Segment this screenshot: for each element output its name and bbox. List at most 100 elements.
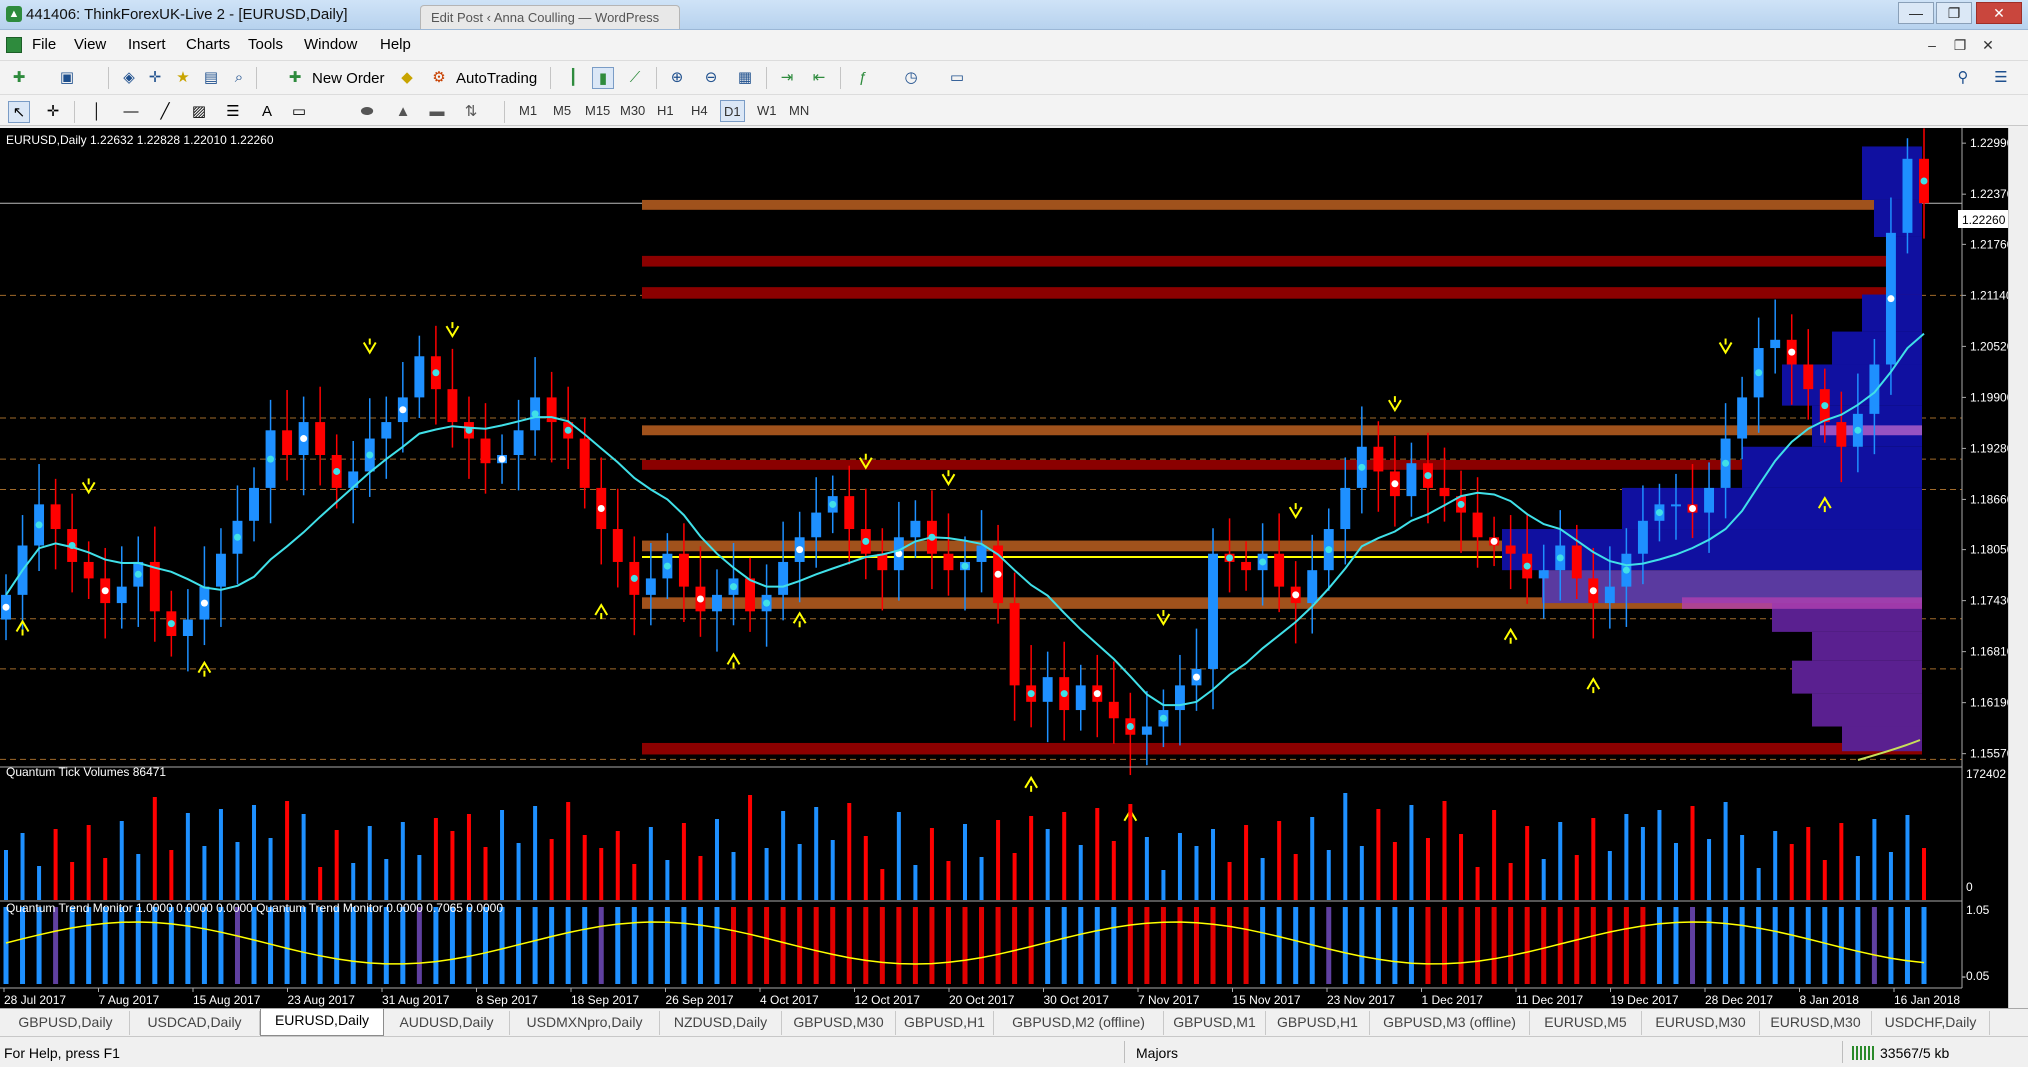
close-button[interactable]: ✕: [1976, 2, 2022, 24]
profiles-icon[interactable]: ▣: [56, 67, 78, 89]
chart-tab[interactable]: GBPUSD,M3 (offline): [1370, 1011, 1530, 1035]
chart-tab[interactable]: USDCHF,Daily: [1872, 1011, 1990, 1035]
timeframe-m1[interactable]: M1: [516, 100, 540, 122]
toolbar-separator: [840, 67, 841, 89]
chart-tab[interactable]: AUDUSD,Daily: [384, 1011, 510, 1035]
trend-bar: [1458, 907, 1464, 984]
trend-bar: [681, 907, 687, 984]
terminal-icon[interactable]: ▤: [200, 67, 222, 89]
autoscroll-icon[interactable]: ⇥: [776, 67, 798, 89]
menu-window[interactable]: Window: [304, 36, 357, 53]
price-tick-label: 1.15570: [1970, 747, 2008, 761]
chart-tab[interactable]: GBPUSD,H1: [1266, 1011, 1370, 1035]
trend-bar: [1756, 907, 1762, 984]
zoom-out-icon[interactable]: ⊖: [700, 67, 722, 89]
horizontal-line-icon[interactable]: —: [120, 101, 142, 123]
candle-dot: [167, 620, 175, 628]
status-profile[interactable]: Majors: [1136, 1045, 1178, 1061]
chart-tab[interactable]: EURUSD,M30: [1642, 1011, 1760, 1035]
candle-dot: [961, 562, 969, 570]
maximize-button[interactable]: ❐: [1936, 2, 1972, 24]
mdi-restore-icon[interactable]: ❐: [1950, 36, 1970, 54]
volume-bar: [1012, 853, 1017, 900]
data-window-icon[interactable]: ✛: [144, 67, 166, 89]
autotrading-button[interactable]: AutoTrading: [456, 70, 537, 87]
triangle-icon[interactable]: ▲: [392, 101, 414, 123]
market-watch-icon[interactable]: ◈: [118, 67, 140, 89]
menu-help[interactable]: Help: [380, 36, 411, 53]
menu-file[interactable]: File: [32, 36, 56, 53]
volume-bar: [1326, 850, 1331, 900]
chart-tab[interactable]: GBPUSD,H1: [896, 1011, 994, 1035]
search-icon[interactable]: ⚲: [1952, 67, 1974, 89]
channel-icon[interactable]: ▨: [188, 101, 210, 123]
candle-body: [1604, 586, 1615, 604]
trend-bar: [532, 907, 538, 984]
rectangle-icon[interactable]: ▬: [426, 101, 448, 123]
volume-bar: [632, 864, 637, 900]
minimize-button[interactable]: —: [1898, 2, 1934, 24]
timeframe-h4[interactable]: H4: [688, 100, 711, 122]
fibonacci-icon[interactable]: ☰: [222, 101, 244, 123]
timeframe-m30[interactable]: M30: [617, 100, 648, 122]
candle-body: [1241, 561, 1252, 571]
candle-dot: [1060, 690, 1068, 698]
chart-tab[interactable]: EURUSD,Daily: [260, 1009, 384, 1036]
volume-bar: [37, 866, 42, 900]
chart-tab[interactable]: GBPUSD,Daily: [2, 1011, 130, 1035]
vertical-line-icon[interactable]: │: [86, 101, 108, 123]
timeframe-w1[interactable]: W1: [754, 100, 780, 122]
vertical-scrollbar[interactable]: [2008, 128, 2028, 1008]
chart-window[interactable]: 1.22990 1.22370 1.21760 1.21140 1.20520 1.199…: [0, 128, 2028, 1008]
line-chart-icon[interactable]: ⟋: [624, 67, 646, 89]
arrows-icon[interactable]: ⇅: [460, 101, 482, 123]
menu-view[interactable]: View: [74, 36, 106, 53]
mdi-minimize-icon[interactable]: –: [1922, 36, 1942, 54]
metaeditor-icon[interactable]: ◆: [396, 67, 418, 89]
chart-shift-icon[interactable]: ⇤: [808, 67, 830, 89]
tile-windows-icon[interactable]: ▦: [734, 67, 756, 89]
menu-charts[interactable]: Charts: [186, 36, 230, 53]
timeframe-m5[interactable]: M5: [550, 100, 574, 122]
indicators-icon[interactable]: ƒ: [852, 67, 874, 89]
periods-icon[interactable]: ◷: [900, 67, 922, 89]
candle-body: [645, 578, 656, 595]
zoom-in-icon[interactable]: ⊕: [666, 67, 688, 89]
timeframe-h1[interactable]: H1: [654, 100, 677, 122]
bar-chart-icon[interactable]: ┃: [562, 67, 584, 89]
chart-canvas[interactable]: 1.22990 1.22370 1.21760 1.21140 1.20520 1.199…: [0, 128, 2008, 1008]
new-order-button[interactable]: New Order: [312, 70, 385, 87]
chart-tab[interactable]: EURUSD,M30: [1760, 1011, 1872, 1035]
cursor-icon[interactable]: ↖: [8, 101, 30, 123]
new-order-icon[interactable]: ✚: [284, 67, 306, 89]
text-label-icon[interactable]: ▭: [288, 101, 310, 123]
candlestick-icon[interactable]: ▮: [592, 67, 614, 89]
timeframe-mn[interactable]: MN: [786, 100, 812, 122]
chart-tab[interactable]: GBPUSD,M30: [782, 1011, 896, 1035]
chart-tab[interactable]: GBPUSD,M1: [1164, 1011, 1266, 1035]
timeframe-d1[interactable]: D1: [720, 100, 745, 122]
templates-icon[interactable]: ▭: [946, 67, 968, 89]
trend-bar: [1557, 907, 1563, 984]
chart-tab[interactable]: EURUSD,M5: [1530, 1011, 1642, 1035]
autotrading-icon[interactable]: ⚙: [428, 67, 450, 89]
new-chart-icon[interactable]: ✚: [8, 67, 30, 89]
chart-tab[interactable]: USDCAD,Daily: [130, 1011, 260, 1035]
chart-tab[interactable]: GBPUSD,M2 (offline): [994, 1011, 1164, 1035]
chart-tab[interactable]: NZDUSD,Daily: [660, 1011, 782, 1035]
candle-body: [182, 619, 193, 637]
trend-bar: [1739, 907, 1745, 984]
menu-insert[interactable]: Insert: [128, 36, 166, 53]
text-icon[interactable]: A: [256, 101, 278, 123]
chart-tab[interactable]: USDMXNpro,Daily: [510, 1011, 660, 1035]
trendline-icon[interactable]: ╱: [154, 101, 176, 123]
timeframe-m15[interactable]: M15: [582, 100, 613, 122]
strategy-tester-icon[interactable]: ⌕: [228, 67, 250, 89]
mdi-close-icon[interactable]: ✕: [1978, 36, 1998, 54]
ellipse-icon[interactable]: ⬬: [356, 101, 378, 123]
browser-tab-ghost[interactable]: Edit Post ‹ Anna Coulling — WordPress: [420, 5, 680, 29]
navigator-icon[interactable]: ★: [172, 67, 194, 89]
community-icon[interactable]: ☰: [1990, 67, 2012, 89]
crosshair-icon[interactable]: ✛: [42, 101, 64, 123]
menu-tools[interactable]: Tools: [248, 36, 283, 53]
